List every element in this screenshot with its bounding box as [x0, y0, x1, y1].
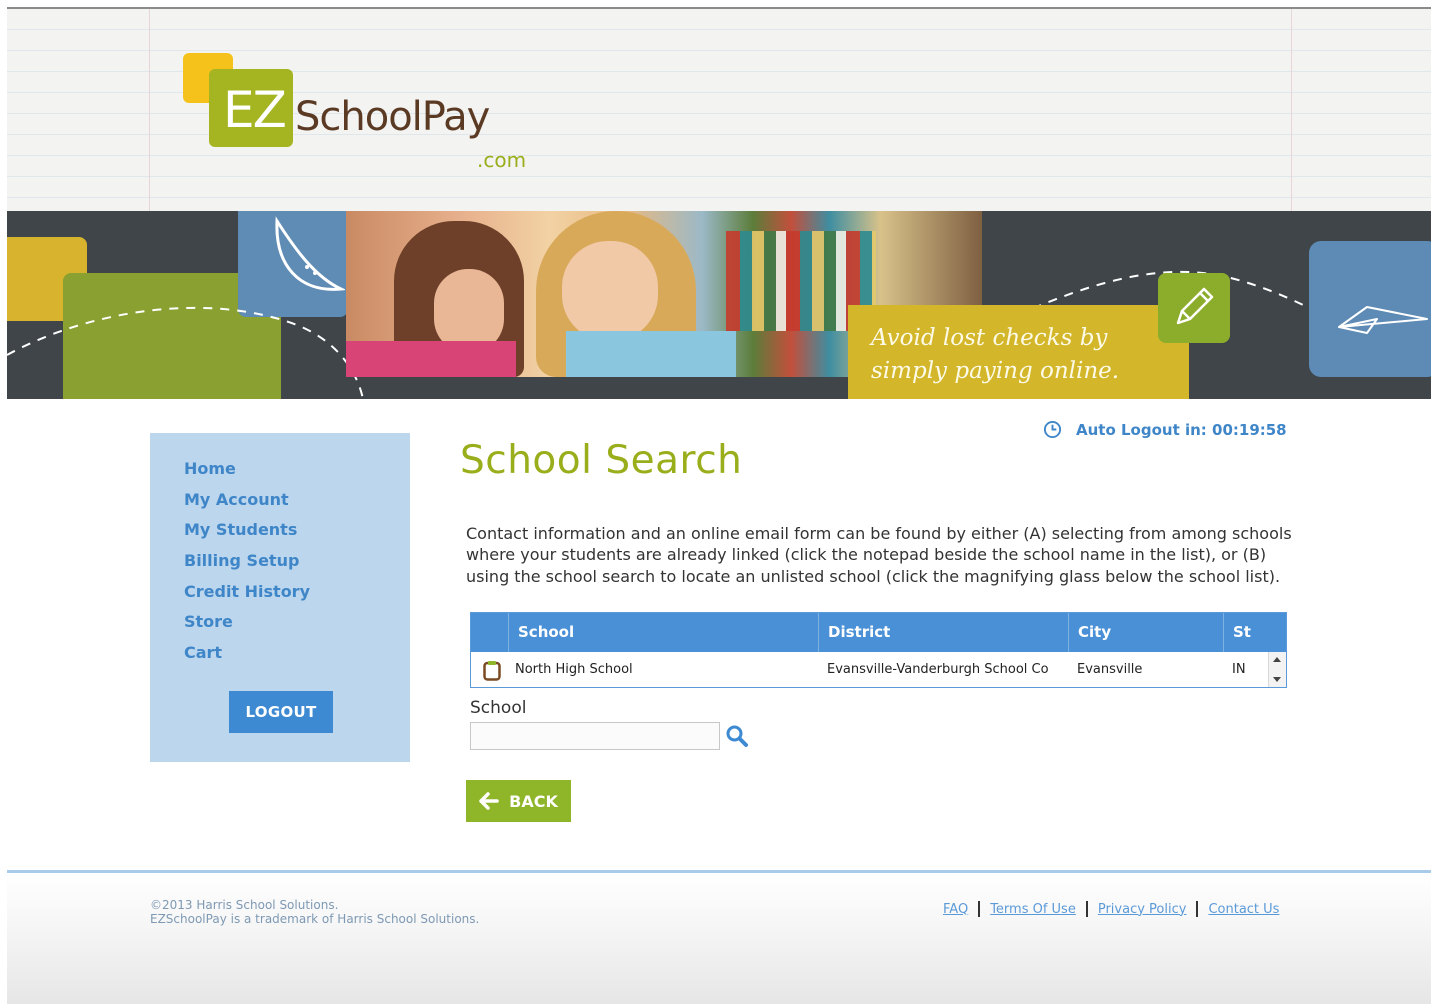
promo-line-2: simply paying online.	[871, 358, 1120, 384]
student-shirt-left	[346, 341, 516, 377]
cell-school-name: North High School	[515, 662, 633, 677]
school-list-table: School District City St North High Schoo…	[470, 612, 1287, 688]
paper-margin-line	[1291, 9, 1292, 211]
notepad-icon[interactable]	[483, 660, 501, 681]
column-header-school[interactable]: School	[508, 613, 818, 652]
cell-district: Evansville-Vanderburgh School Co	[827, 662, 1049, 677]
paper-margin-line	[149, 9, 150, 211]
back-button[interactable]: BACK	[466, 780, 571, 822]
scroll-up-arrow-icon[interactable]	[1273, 657, 1281, 662]
logout-button[interactable]: LOGOUT	[229, 691, 333, 733]
auto-logout-text: Auto Logout in: 00:19:58	[1076, 420, 1287, 439]
logo-dotcom-text: .com	[477, 148, 527, 172]
copyright-text: ©2013 Harris School Solutions. EZSchoolP…	[150, 898, 479, 926]
pencil-tile	[1158, 273, 1230, 343]
back-button-label: BACK	[509, 791, 558, 811]
footer-link-faq[interactable]: FAQ	[943, 902, 968, 917]
nav-link-store[interactable]: Store	[184, 610, 233, 634]
copyright-line-2: EZSchoolPay is a trademark of Harris Sch…	[150, 912, 480, 926]
nav-link-cart[interactable]: Cart	[184, 641, 222, 665]
auto-logout-timer: Auto Logout in: 00:19:58	[1043, 420, 1287, 439]
sidebar-nav: Home My Account My Students Billing Setu…	[150, 433, 410, 762]
sidebar-item-store: Store	[184, 610, 310, 641]
nav-link-credit-history[interactable]: Credit History	[184, 580, 310, 604]
footer-link-privacy[interactable]: Privacy Policy	[1098, 902, 1187, 917]
cell-city: Evansville	[1077, 662, 1143, 677]
column-header-state[interactable]: St	[1223, 613, 1268, 652]
footer-link-separator	[1085, 901, 1088, 917]
logo-brand-text: SchoolPay	[295, 94, 490, 140]
pencil-icon	[1176, 287, 1214, 325]
table-row[interactable]: North High School Evansville-Vanderburgh…	[471, 652, 1286, 687]
paper-plane-icon	[1338, 306, 1428, 334]
footer-link-separator	[1196, 901, 1199, 917]
sidebar-item-my-account: My Account	[184, 488, 310, 519]
promo-text: Avoid lost checks by simply paying onlin…	[871, 322, 1171, 388]
intro-paragraph: Contact information and an online email …	[466, 524, 1292, 586]
sidebar-item-credit-history: Credit History	[184, 580, 310, 611]
page-title: School Search	[460, 438, 743, 483]
column-header-district[interactable]: District	[818, 613, 1068, 652]
nav-link-my-students[interactable]: My Students	[184, 518, 297, 542]
school-field-label: School	[470, 698, 527, 718]
site-footer: ©2013 Harris School Solutions. EZSchoolP…	[7, 870, 1431, 1004]
hero-banner: Avoid lost checks by simply paying onlin…	[7, 211, 1431, 399]
school-search-input[interactable]	[470, 722, 720, 750]
student-shirt-right	[566, 331, 736, 377]
cell-state: IN	[1232, 662, 1246, 677]
scroll-down-arrow-icon[interactable]	[1273, 677, 1281, 682]
sidebar-item-billing-setup: Billing Setup	[184, 549, 310, 580]
footer-link-contact[interactable]: Contact Us	[1208, 902, 1279, 917]
promo-line-1: Avoid lost checks by	[871, 325, 1108, 351]
paper-plane-tile	[1309, 241, 1431, 377]
footer-link-separator	[978, 901, 981, 917]
table-scrollbar[interactable]	[1268, 652, 1286, 687]
column-header-city[interactable]: City	[1068, 613, 1223, 652]
footer-links: FAQ Terms Of Use Privacy Policy Contact …	[943, 901, 1279, 917]
site-header: EZ SchoolPay .com	[7, 7, 1431, 211]
nav-list: Home My Account My Students Billing Setu…	[184, 457, 310, 672]
clock-icon	[1043, 420, 1062, 439]
ezschoolpay-logo[interactable]: EZ SchoolPay .com	[183, 53, 543, 183]
sidebar-item-my-students: My Students	[184, 518, 310, 549]
nav-link-my-account[interactable]: My Account	[184, 488, 289, 512]
sidebar-item-home: Home	[184, 457, 310, 488]
copyright-line-1: ©2013 Harris School Solutions.	[150, 898, 339, 912]
nav-link-billing-setup[interactable]: Billing Setup	[184, 549, 299, 573]
table-header: School District City St	[471, 613, 1286, 652]
footer-link-terms[interactable]: Terms Of Use	[990, 902, 1076, 917]
student-face-right	[562, 241, 658, 341]
search-icon[interactable]	[725, 724, 749, 748]
arrow-left-icon	[479, 792, 499, 810]
sidebar-item-cart: Cart	[184, 641, 310, 672]
logo-ez-text: EZ	[223, 81, 287, 139]
nav-link-home[interactable]: Home	[184, 457, 236, 481]
